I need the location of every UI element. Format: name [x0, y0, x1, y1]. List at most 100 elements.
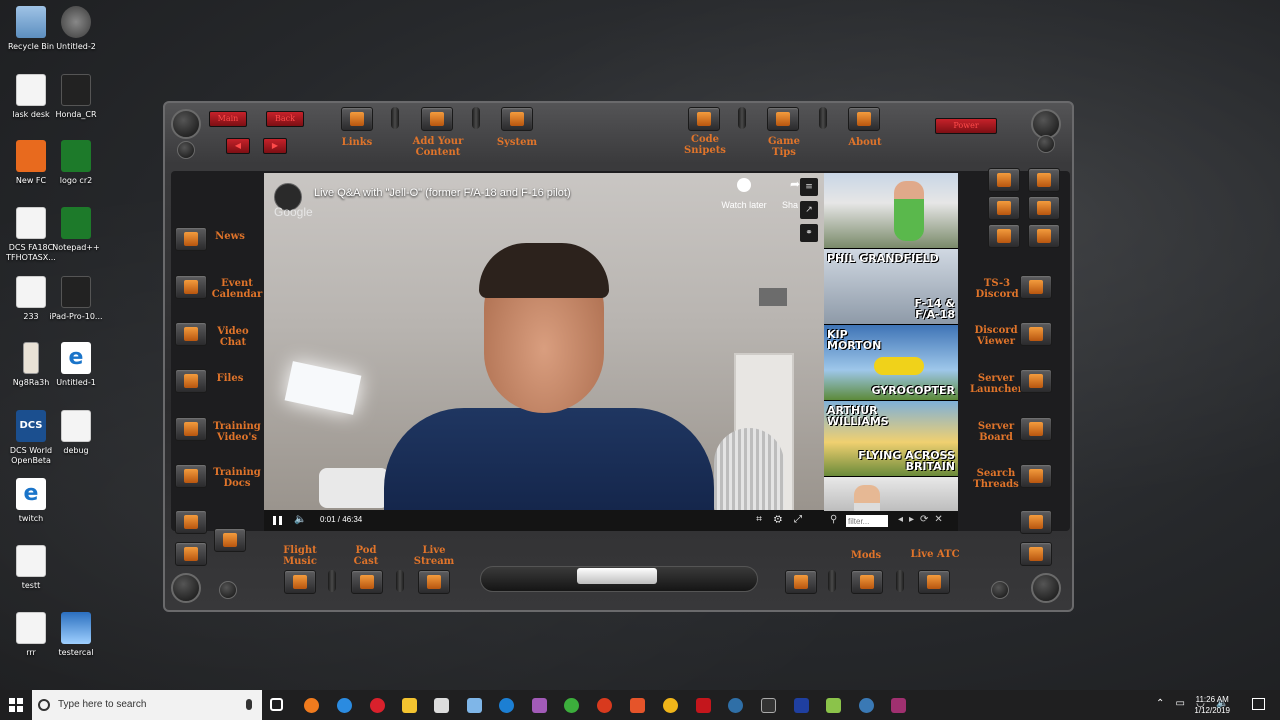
plus-knob-icon[interactable] [991, 581, 1009, 599]
desktop-icon-notepadpp[interactable]: Notepad++ [45, 207, 107, 253]
add-content-button[interactable] [421, 107, 453, 131]
volume-button-2[interactable] [1028, 196, 1060, 220]
clock[interactable]: 11:26 AM 1/12/2019 [1194, 694, 1230, 716]
video-title[interactable]: Live Q&A with "Jell-O" (former F/A-18 an… [314, 187, 571, 199]
ts3-discord-button[interactable] [1020, 275, 1052, 299]
filezilla-icon[interactable] [696, 698, 711, 713]
play-button[interactable] [988, 224, 1020, 248]
watch-later-button[interactable]: Watch later [719, 178, 769, 210]
filter-input[interactable] [846, 515, 888, 527]
playlist-icon[interactable]: ≡ [800, 178, 818, 196]
thumbnail-item[interactable]: KIP MORTON GYROCOPTER [824, 325, 958, 400]
windows-start-icon[interactable] [9, 698, 23, 712]
desktop-icon-untitled-1[interactable]: e Untitled-1 [45, 342, 107, 388]
thumbnail-item[interactable] [824, 477, 958, 511]
back-button[interactable]: Back [266, 111, 304, 127]
video-player[interactable]: Live Q&A with "Jell-O" (former F/A-18 an… [264, 173, 824, 531]
pause-button[interactable] [988, 196, 1020, 220]
app-icon[interactable] [663, 698, 678, 713]
discord-viewer-button[interactable] [1020, 322, 1052, 346]
game-tips-button[interactable] [767, 107, 799, 131]
link-icon[interactable]: ⚭ [800, 224, 818, 242]
main-button[interactable]: Main [209, 111, 247, 127]
event-calendar-button[interactable] [175, 275, 207, 299]
desktop-icon-testercal[interactable]: testercal [45, 612, 107, 658]
collapse-button[interactable] [175, 542, 207, 566]
settings-icon[interactable] [859, 698, 874, 713]
video-chat-button[interactable] [175, 322, 207, 346]
move-button[interactable] [1020, 510, 1052, 534]
arrow-right-icon: ▶ [271, 141, 279, 150]
volume-button-3[interactable] [1028, 224, 1060, 248]
thumbnail-item[interactable]: PHIL GRANDFIELD F-14 & F/A-18 [824, 249, 958, 324]
live-stream-button[interactable] [418, 570, 450, 594]
desktop-icon-ipad-pro[interactable]: iPad-Pro-10... [45, 276, 107, 322]
desktop-icon-twitch[interactable]: e twitch [0, 478, 62, 524]
news-button[interactable] [175, 227, 207, 251]
plus-knob-icon[interactable] [219, 581, 237, 599]
app-icon[interactable] [891, 698, 906, 713]
training-docs-button[interactable] [175, 464, 207, 488]
opera-icon[interactable] [370, 698, 385, 713]
app-icon[interactable] [630, 698, 645, 713]
app-icon [16, 140, 46, 172]
app-icon[interactable] [794, 698, 809, 713]
plus-knob-icon[interactable] [177, 141, 195, 159]
volume-icon[interactable]: 🔈 [294, 514, 306, 525]
volume-button-1[interactable] [1028, 168, 1060, 192]
plus-knob-icon[interactable] [1037, 135, 1055, 153]
training-videos-button[interactable] [175, 417, 207, 441]
app-icon[interactable] [564, 698, 579, 713]
radar-button[interactable] [988, 168, 1020, 192]
thumbnail-item[interactable] [824, 173, 958, 248]
system-button[interactable] [501, 107, 533, 131]
edge-icon[interactable] [337, 698, 352, 713]
file-explorer-icon[interactable] [402, 698, 417, 713]
desktop-icon-untitled-2[interactable]: Untitled-2 [45, 6, 107, 52]
slider-handle[interactable] [577, 568, 657, 584]
mods-button[interactable] [851, 570, 883, 594]
playlist-nav-icons[interactable]: ◂▸⟳✕ [898, 514, 949, 525]
app-icon[interactable] [499, 698, 514, 713]
desktop-icon-honda-cr[interactable]: Honda_CR [45, 74, 107, 120]
desktop-icon-testt[interactable]: testt [0, 545, 62, 591]
app-icon[interactable] [597, 698, 612, 713]
about-button[interactable] [848, 107, 880, 131]
notification-icon[interactable] [1252, 698, 1265, 710]
steam-icon[interactable] [728, 698, 743, 713]
media-player-icon[interactable] [434, 698, 449, 713]
power-button[interactable]: Power [935, 118, 997, 134]
player-tools-icon[interactable]: ⌗⚙⤢ [756, 514, 814, 525]
desktop-icon-debug[interactable]: debug [45, 410, 107, 456]
server-board-button[interactable] [1020, 417, 1052, 441]
search-threads-button[interactable] [1020, 464, 1052, 488]
microphone-icon[interactable] [246, 699, 252, 710]
file-icon [16, 612, 46, 644]
app-icon[interactable] [761, 698, 776, 713]
files-button[interactable] [175, 369, 207, 393]
pause-icon[interactable] [273, 516, 282, 525]
desktop-icon-logo-cr2[interactable]: logo cr2 [45, 140, 107, 186]
arrow-left-button[interactable]: ◀ [226, 138, 250, 154]
code-icon [697, 112, 711, 126]
taskbar-search[interactable]: Type here to search [32, 690, 262, 720]
links-button[interactable] [341, 107, 373, 131]
arrow-right-button[interactable]: ▶ [263, 138, 287, 154]
app-icon[interactable] [532, 698, 547, 713]
help-button[interactable] [1020, 542, 1052, 566]
share-icon[interactable]: ↗ [800, 201, 818, 219]
live-atc-button[interactable] [918, 570, 950, 594]
people-button[interactable] [785, 570, 817, 594]
notepad-icon[interactable] [826, 698, 841, 713]
pod-cast-button[interactable] [351, 570, 383, 594]
expand-button[interactable] [175, 510, 207, 534]
flight-music-button[interactable] [284, 570, 316, 594]
firefox-icon[interactable] [304, 698, 319, 713]
code-snippets-button[interactable] [688, 107, 720, 131]
music-note-icon [293, 575, 307, 589]
thumbnail-item[interactable]: ARTHUR WILLIAMS FLYING ACROSS BRITAIN [824, 401, 958, 476]
server-launcher-button[interactable] [1020, 369, 1052, 393]
task-view-icon[interactable] [270, 698, 283, 711]
chevron-down-button[interactable] [214, 528, 246, 552]
app-icon[interactable] [467, 698, 482, 713]
